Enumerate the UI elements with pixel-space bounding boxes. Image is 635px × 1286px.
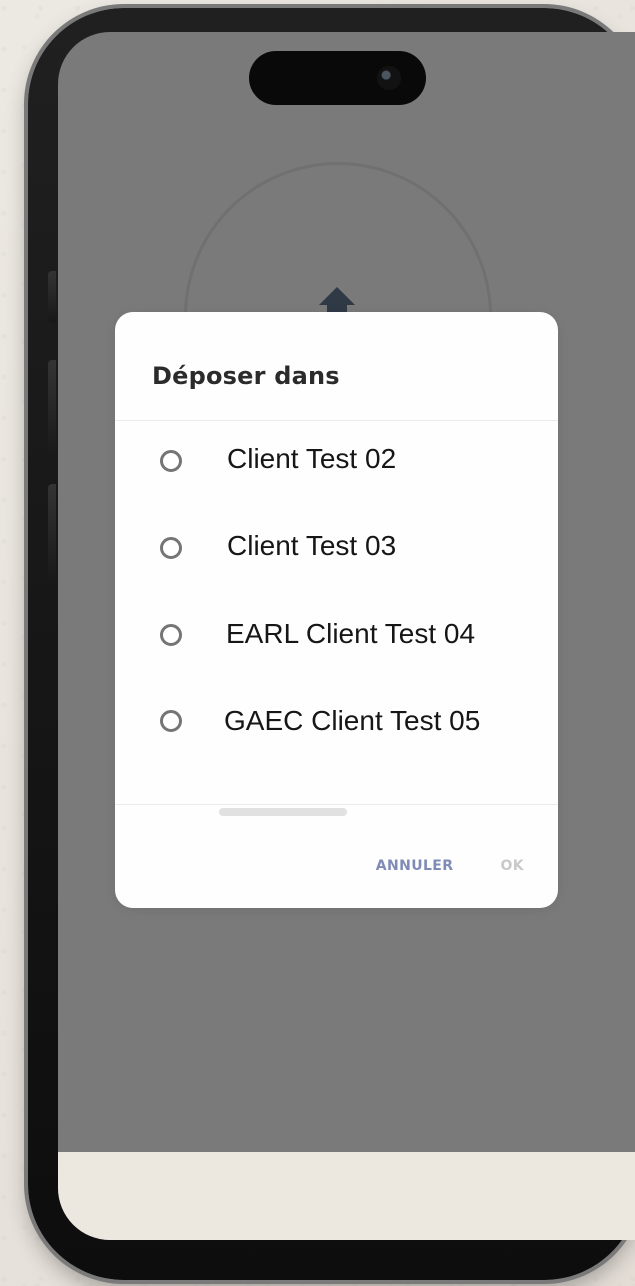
scroll-overflow-hint xyxy=(219,808,347,816)
radio-button-icon[interactable] xyxy=(160,624,182,646)
cancel-button[interactable]: ANNULER xyxy=(376,858,454,874)
screen-bottom-area xyxy=(58,1152,635,1240)
dialog-title: Déposer dans xyxy=(152,362,340,390)
radio-button-icon[interactable] xyxy=(160,710,182,732)
client-option-list: Client Test 02 Client Test 03 EARL Clien… xyxy=(115,422,558,802)
client-option-02[interactable]: Client Test 02 xyxy=(115,422,558,502)
front-camera-icon xyxy=(377,66,401,90)
client-option-04[interactable]: EARL Client Test 04 xyxy=(115,596,558,676)
client-option-label: Client Test 03 xyxy=(227,530,397,561)
phone-screen: Déposer dans Client Test 02 Client Test … xyxy=(58,32,635,1240)
ok-button[interactable]: OK xyxy=(500,858,524,874)
client-option-label: Client Test 02 xyxy=(227,443,397,474)
radio-button-icon[interactable] xyxy=(160,537,182,559)
deposit-dialog: Déposer dans Client Test 02 Client Test … xyxy=(115,312,558,908)
list-bottom-divider xyxy=(115,804,558,805)
dialog-actions: ANNULER OK xyxy=(376,858,524,874)
client-option-03[interactable]: Client Test 03 xyxy=(115,509,558,589)
client-option-label: EARL Client Test 04 xyxy=(226,618,476,649)
volume-down-button xyxy=(48,484,56,586)
radio-button-icon[interactable] xyxy=(160,450,182,472)
client-option-label: GAEC Client Test 05 xyxy=(224,705,481,736)
title-divider xyxy=(115,420,558,421)
dynamic-island xyxy=(249,51,426,105)
volume-up-button xyxy=(48,360,56,462)
mute-switch xyxy=(48,271,56,323)
client-option-05[interactable]: GAEC Client Test 05 xyxy=(115,682,558,762)
